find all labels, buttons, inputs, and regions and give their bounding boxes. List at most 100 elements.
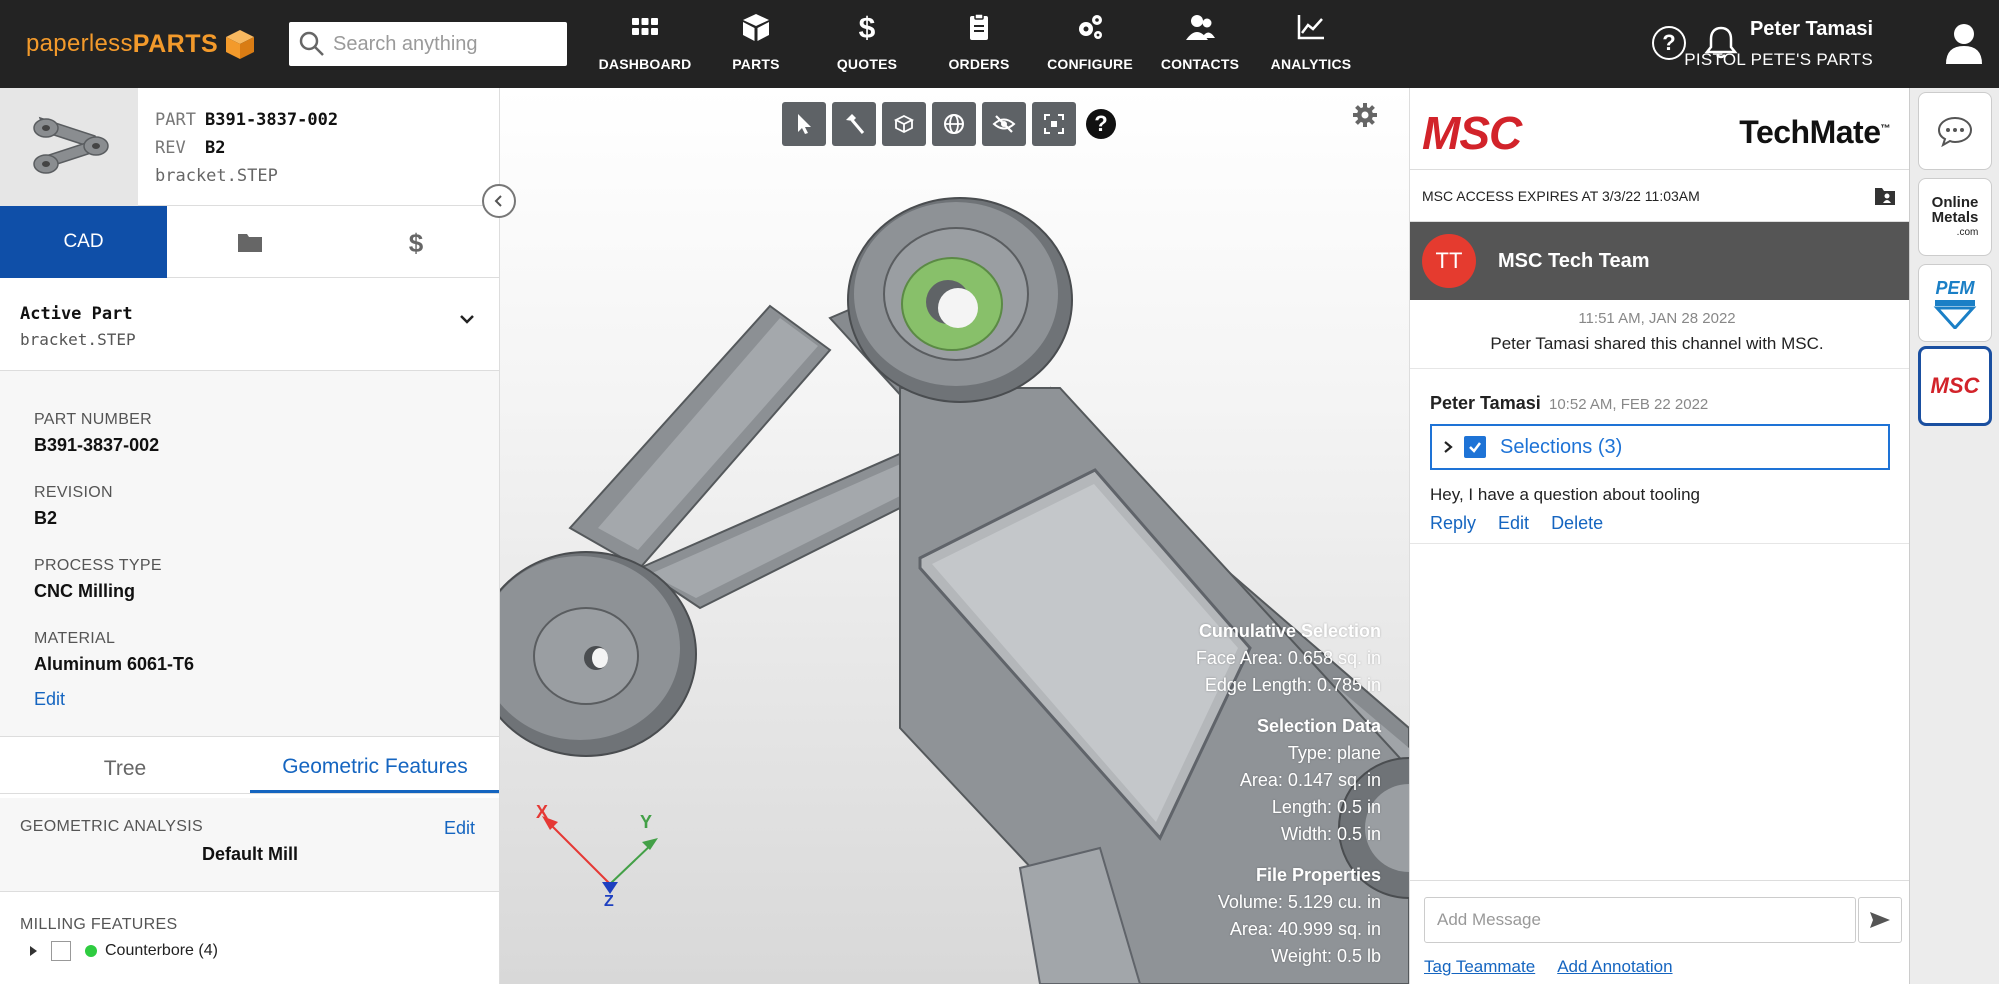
part-number-row: PART B391-3837-002: [155, 110, 338, 130]
reply-link[interactable]: Reply: [1430, 513, 1476, 534]
search-icon: [299, 31, 324, 56]
nav-orders[interactable]: ORDERS: [944, 10, 1014, 76]
active-part-selector[interactable]: Active Part bracket.STEP: [0, 278, 499, 371]
geometric-analysis: GEOMETRIC ANALYSIS Edit Default Mill: [0, 798, 499, 892]
chevron-right-icon[interactable]: [1442, 440, 1454, 454]
collapse-panel-button[interactable]: [482, 184, 516, 218]
edge-length: Edge Length: 0.785 in: [1204, 675, 1381, 695]
send-button[interactable]: [1858, 897, 1902, 943]
nav-dashboard[interactable]: DASHBOARD: [599, 10, 691, 76]
tab-tree[interactable]: Tree: [0, 744, 250, 793]
geometric-analysis-label: GEOMETRIC ANALYSIS: [20, 818, 203, 835]
feature-row[interactable]: Counterbore (4): [30, 940, 218, 962]
rail-online-metals-button[interactable]: Online Metals .com: [1918, 178, 1992, 256]
integrations-rail: Online Metals .com PEM MSC: [1909, 88, 1999, 984]
chat-brand-header: MSC TechMate™: [1410, 88, 1910, 170]
milling-features: MILLING FEATURES Counterbore (4): [0, 900, 499, 984]
logo-cube-icon: [226, 30, 255, 59]
nav-contacts[interactable]: CONTACTS: [1158, 10, 1242, 76]
orientation-tool-button[interactable]: [882, 102, 926, 146]
user-avatar-icon[interactable]: [1944, 22, 1984, 66]
view-tool-button[interactable]: [932, 102, 976, 146]
part-value: B391-3837-002: [205, 110, 339, 130]
logo-text-part2: PARTS: [132, 29, 219, 58]
edit-geometric-analysis-link[interactable]: Edit: [444, 818, 475, 839]
selection-width: Width: 0.5 in: [1280, 824, 1381, 844]
system-message: Peter Tamasi shared this channel with MS…: [1490, 334, 1824, 353]
expand-triangle-icon[interactable]: [30, 946, 37, 956]
part-number-value: B391-3837-002: [34, 435, 160, 455]
help-icon[interactable]: ?: [1652, 26, 1686, 60]
msc-small-logo: MSC: [1930, 373, 1980, 398]
add-message-input[interactable]: [1424, 897, 1856, 943]
globe-icon: [944, 114, 964, 134]
tab-files[interactable]: [167, 206, 333, 278]
hide-tool-button[interactable]: [982, 102, 1026, 146]
gear-icon[interactable]: [1352, 102, 1378, 128]
part-details-panel: PART B391-3837-002 REV B2 bracket.STEP CAD…: [0, 88, 500, 984]
selections-checkbox[interactable]: [1464, 436, 1486, 458]
tab-pricing[interactable]: $: [333, 206, 499, 278]
techmate-text: TechMate: [1739, 114, 1881, 150]
viewer-help-icon[interactable]: ?: [1086, 109, 1116, 139]
selection-stats: Cumulative Selection Face Area: 0.658 sq…: [1196, 618, 1381, 970]
tag-teammate-link[interactable]: Tag Teammate: [1424, 957, 1535, 977]
milling-features-label: MILLING FEATURES: [20, 916, 178, 933]
edit-properties-link[interactable]: Edit: [34, 689, 65, 710]
chevron-left-icon: [494, 195, 502, 207]
rail-chat-button[interactable]: [1918, 92, 1992, 170]
system-message-time: 11:51 AM, JAN 28 2022: [1578, 310, 1736, 327]
delete-message-link[interactable]: Delete: [1551, 513, 1603, 534]
dollar-icon: $: [859, 12, 876, 42]
part-properties: PART NUMBER B391-3837-002 REVISION B2 PR…: [0, 371, 499, 737]
rail-pem-button[interactable]: PEM: [1918, 264, 1992, 342]
measure-tool-button[interactable]: [832, 102, 876, 146]
nav-parts[interactable]: PARTS: [726, 10, 786, 76]
people-icon: [1186, 15, 1215, 40]
active-part-file: bracket.STEP: [20, 330, 136, 349]
pem-logo: PEM: [1933, 278, 1977, 329]
user-name[interactable]: Peter Tamasi: [1750, 18, 1873, 41]
access-bar: MSC ACCESS EXPIRES AT 3/3/22 11:03AM: [1410, 170, 1910, 222]
nav-configure[interactable]: CONFIGURE: [1042, 10, 1138, 76]
techmate-chat-panel: MSC TechMate™ MSC ACCESS EXPIRES AT 3/3/…: [1409, 88, 1910, 984]
folder-person-icon[interactable]: [1874, 186, 1896, 206]
check-icon: [1469, 442, 1481, 453]
feature-checkbox[interactable]: [51, 941, 71, 961]
fit-view-button[interactable]: [1032, 102, 1076, 146]
paperless-parts-logo[interactable]: paperless PARTS: [26, 26, 256, 62]
user-company: PISTOL PETE'S PARTS: [1684, 50, 1873, 69]
cursor-icon: [798, 114, 811, 134]
message-body: Hey, I have a question about tooling: [1430, 485, 1700, 504]
nav-label: ORDERS: [948, 56, 1010, 72]
search-input[interactable]: [333, 32, 553, 56]
logo-text-part1: paperless: [26, 30, 133, 57]
revision-row: REV B2: [155, 138, 225, 158]
axis-y-label: Y: [640, 812, 652, 832]
tab-cad[interactable]: CAD: [0, 206, 167, 278]
material-label: MATERIAL: [34, 630, 116, 647]
search-box[interactable]: [289, 22, 567, 66]
send-icon: [1870, 912, 1890, 928]
chevron-down-icon[interactable]: [458, 310, 476, 328]
axis-triad: X Y Z: [536, 802, 658, 908]
selection-data-title: Selection Data: [1256, 716, 1381, 736]
part-filename: bracket.STEP: [155, 166, 278, 186]
selections-label: Selections (3): [1500, 435, 1623, 458]
add-annotation-link[interactable]: Add Annotation: [1557, 957, 1672, 977]
process-type-label: PROCESS TYPE: [34, 557, 162, 574]
nav-label: DASHBOARD: [598, 56, 692, 72]
edit-message-link[interactable]: Edit: [1498, 513, 1529, 534]
tab-geometric-features[interactable]: Geometric Features: [250, 744, 499, 793]
nav-analytics[interactable]: ANALYTICS: [1268, 10, 1354, 76]
cad-viewer[interactable]: ? Cumulative Selection Face Area: 0.658 …: [500, 88, 1409, 984]
selections-attachment[interactable]: Selections (3): [1430, 424, 1890, 470]
rail-msc-button[interactable]: MSC: [1918, 346, 1992, 426]
channel-team-bar[interactable]: TT MSC Tech Team: [1410, 222, 1910, 300]
select-tool-button[interactable]: [782, 102, 826, 146]
axis-z-label: Z: [604, 893, 614, 908]
active-part-title: Active Part: [20, 304, 133, 324]
nav-quotes[interactable]: $ QUOTES: [832, 10, 902, 76]
rev-key: REV: [155, 138, 186, 158]
hammer-icon: [846, 114, 865, 134]
